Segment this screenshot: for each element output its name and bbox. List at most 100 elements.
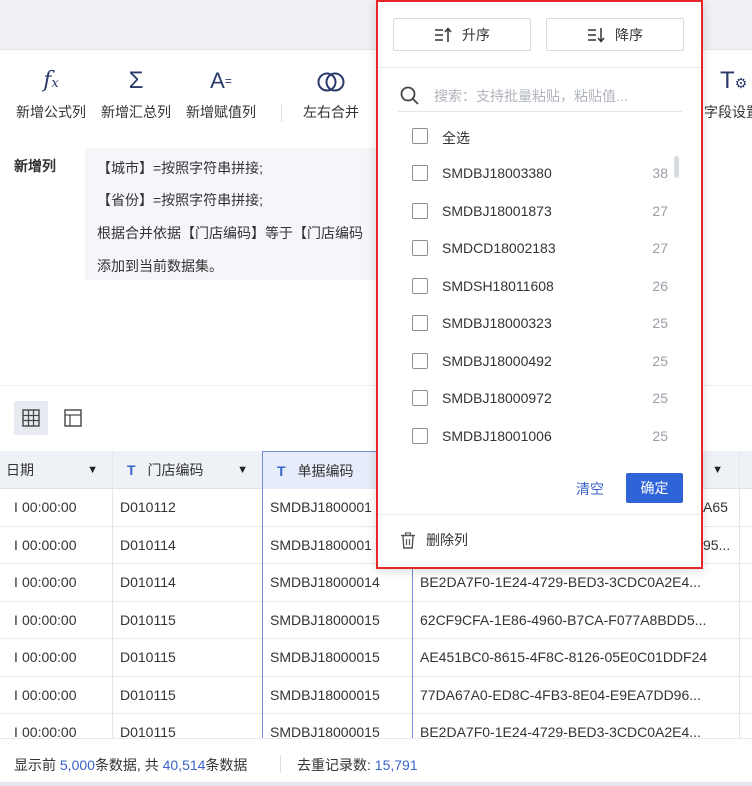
option-checkbox[interactable] xyxy=(412,240,428,256)
delete-column-button[interactable]: 删除列 xyxy=(400,530,468,550)
option-value: SMDBJ18000323 xyxy=(442,315,552,331)
select-all-checkbox[interactable] xyxy=(412,128,428,144)
option-list-scrollbar[interactable] xyxy=(674,156,679,178)
trash-icon xyxy=(401,531,415,549)
option-checkbox[interactable] xyxy=(412,390,428,406)
cell-guid: BE2DA7F0-1E24-4729-BED3-3CDC0A2E4... xyxy=(420,574,701,590)
cell-guid: 62CF9CFA-1E86-4960-B7CA-F077A8BDD5... xyxy=(420,611,707,628)
toolbar-divider xyxy=(281,104,282,122)
add-assign-column-label: 新增赋值列 xyxy=(186,104,256,120)
caret-down-icon[interactable]: ▼ xyxy=(87,451,98,489)
confirm-button[interactable]: 确定 xyxy=(626,473,683,503)
row-count-mid: 条数据, 共 xyxy=(94,757,159,773)
option-value: SMDCD18002183 xyxy=(442,240,556,256)
grid-icon xyxy=(22,409,40,427)
cell-doc-code: SMDBJ18000015 xyxy=(270,724,380,738)
add-formula-column-button[interactable]: fx 新增公式列 xyxy=(14,63,88,122)
field-settings-button[interactable]: T⚙ 字段设置 xyxy=(704,63,752,122)
table-layout-icon xyxy=(64,409,82,427)
cell-date: I 00:00:00 xyxy=(14,536,77,553)
sort-descending-label: 降序 xyxy=(615,26,643,43)
option-checkbox[interactable] xyxy=(412,315,428,331)
description-line: 添加到当前数据集。 xyxy=(97,258,223,274)
option-value: SMDBJ18001873 xyxy=(442,202,552,219)
cell-doc-code: SMDBJ18000014 xyxy=(270,574,380,590)
option-count: 27 xyxy=(652,202,668,219)
popup-divider xyxy=(378,514,701,515)
dedup-count: 15,791 xyxy=(374,757,418,773)
option-count: 25 xyxy=(652,315,668,331)
total-count: 40,514 xyxy=(162,757,206,773)
caret-down-icon[interactable]: ▼ xyxy=(712,451,723,489)
sort-descending-button[interactable]: 降序 xyxy=(546,18,684,51)
search-icon xyxy=(400,86,419,105)
cell-doc-code: SMDBJ1800001 xyxy=(270,536,372,553)
option-value: SMDSH18011608 xyxy=(442,277,554,294)
filter-option[interactable]: SMDBJ18001006 25 xyxy=(412,426,672,448)
add-summary-column-button[interactable]: Σ 新增汇总列 xyxy=(99,63,173,122)
filter-option[interactable]: SMDBJ18000972 25 xyxy=(412,388,672,410)
filter-option[interactable]: SMDCD18002183 27 xyxy=(412,238,672,260)
option-value: SMDBJ18000972 xyxy=(442,390,552,406)
table-view-button[interactable] xyxy=(56,401,90,435)
cell-store-code: D010115 xyxy=(120,686,176,703)
cell-doc-code: SMDBJ18000015 xyxy=(270,611,380,628)
select-all-option[interactable]: 全选 xyxy=(412,126,672,148)
option-count: 27 xyxy=(652,240,668,256)
option-checkbox[interactable] xyxy=(412,427,428,444)
option-checkbox[interactable] xyxy=(412,165,428,181)
option-checkbox[interactable] xyxy=(412,352,428,369)
option-checkbox[interactable] xyxy=(412,277,428,294)
left-right-merge-label: 左右合并 xyxy=(303,104,359,120)
filter-option[interactable]: SMDBJ18003380 38 xyxy=(412,163,672,185)
filter-option[interactable]: SMDSH18011608 26 xyxy=(412,276,672,298)
cell-date: I 00:00:00 xyxy=(14,686,77,703)
delete-column-label: 删除列 xyxy=(426,532,468,548)
footer-divider xyxy=(280,755,281,773)
cell-date: I 00:00:00 xyxy=(14,574,77,590)
status-footer: 显示前 5,000条数据, 共 40,514条数据 去重记录数: 15,791 xyxy=(0,738,752,786)
filter-option[interactable]: SMDBJ18000492 25 xyxy=(412,351,672,373)
description-label: 新增列 xyxy=(14,158,56,174)
column-header-store-code[interactable]: T 门店编码 ▼ xyxy=(113,451,262,489)
filter-search xyxy=(398,82,682,112)
field-settings-label: 字段设置 xyxy=(704,104,752,120)
filter-option[interactable]: SMDBJ18000323 25 xyxy=(412,313,672,335)
sort-ascending-label: 升序 xyxy=(462,26,490,43)
formula-icon: fx xyxy=(43,68,59,93)
merge-circles-icon xyxy=(300,63,362,99)
column-header-label: 日期 xyxy=(6,462,34,478)
caret-down-icon[interactable]: ▼ xyxy=(237,451,248,489)
cell-guid: 77DA67A0-ED8C-4FB3-8E04-E9EA7DD96... xyxy=(420,686,701,703)
add-summary-column-label: 新增汇总列 xyxy=(101,104,171,120)
option-checkbox[interactable] xyxy=(412,202,428,219)
cell-store-code: D010115 xyxy=(120,649,176,665)
cell-date: I 00:00:00 xyxy=(14,499,77,515)
column-header-date[interactable]: 日期 ▼ xyxy=(6,451,112,489)
option-count: 38 xyxy=(652,165,668,181)
clear-button[interactable]: 清空 xyxy=(576,479,604,499)
option-value: SMDBJ18001006 xyxy=(442,427,552,444)
cell-date: I 00:00:00 xyxy=(14,649,77,665)
text-type-icon: T xyxy=(277,463,286,479)
cell-date: I 00:00:00 xyxy=(14,611,77,628)
dedup-label: 去重记录数: xyxy=(297,757,371,773)
field-settings-icon: T⚙ xyxy=(720,67,748,94)
option-value: SMDBJ18000492 xyxy=(442,352,552,369)
text-type-icon: T xyxy=(127,462,136,478)
option-count: 26 xyxy=(652,277,668,294)
filter-option[interactable]: SMDBJ18001873 27 xyxy=(412,201,672,223)
left-right-merge-button[interactable]: 左右合并 xyxy=(300,63,362,122)
add-assign-column-button[interactable]: A= 新增赋值列 xyxy=(184,63,258,122)
sort-ascending-button[interactable]: 升序 xyxy=(393,18,531,51)
cell-doc-code: SMDBJ18000015 xyxy=(270,649,380,665)
column-header-guid[interactable]: ▼ xyxy=(703,451,739,489)
search-input[interactable] xyxy=(434,84,664,108)
cell-store-code: D010112 xyxy=(120,499,176,515)
add-formula-column-label: 新增公式列 xyxy=(16,104,86,120)
grid-view-button[interactable] xyxy=(14,401,48,435)
row-count-suffix: 条数据 xyxy=(205,757,248,773)
assign-icon: A= xyxy=(210,68,232,93)
description-line: 【城市】=按照字符串拼接; xyxy=(97,160,264,176)
option-value: SMDBJ18003380 xyxy=(442,165,552,181)
